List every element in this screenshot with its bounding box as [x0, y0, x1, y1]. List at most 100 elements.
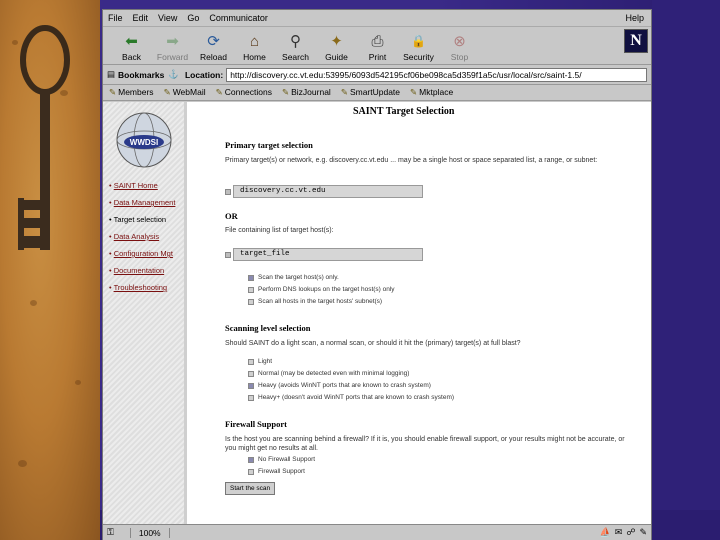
scanning-level-description: Should SAINT do a light scan, a normal s…	[225, 340, 521, 347]
print-button[interactable]: ⎙ Print	[357, 31, 398, 63]
stop-button[interactable]: ⊗ Stop	[439, 31, 480, 63]
bookmark-webmail[interactable]: ✎ WebMail	[164, 87, 206, 98]
slide-background-texture	[0, 0, 100, 540]
menu-help[interactable]: Help	[625, 13, 644, 23]
bookmark-icon: ✎	[410, 87, 418, 97]
forward-button[interactable]: ➡ Forward	[152, 31, 193, 63]
firewall-heading: Firewall Support	[225, 419, 287, 429]
bookmark-connections[interactable]: ✎ Connections	[216, 87, 272, 98]
primary-target-marker	[225, 189, 231, 195]
back-arrow-icon: ⬅	[125, 32, 138, 50]
forward-arrow-icon: ➡	[166, 32, 179, 50]
scope-option-subnet[interactable]: Scan all hosts in the target hosts' subn…	[248, 298, 382, 305]
slide-background-right	[652, 0, 720, 540]
nav-saint-home[interactable]: • SAINT Home	[109, 181, 158, 190]
guide-button[interactable]: ✦ Guide	[316, 31, 357, 63]
start-scan-button[interactable]: Start the scan	[225, 482, 276, 495]
status-bar: ⚿ 100% ⛵ ✉ ☍ ✎	[103, 524, 651, 540]
bookmark-icon: ✎	[215, 87, 223, 97]
location-bar: ▤ Bookmarks ⚓ Location: http://discovery…	[103, 65, 651, 85]
browser-window: File Edit View Go Communicator Help ⬅ Bac…	[102, 9, 652, 540]
security-button[interactable]: 🔒 Security	[398, 31, 439, 62]
page-content: WWDSI • SAINT Home • Data Management • T…	[103, 102, 651, 524]
file-target-description: File containing list of target host(s):	[225, 227, 334, 234]
bookmark-icon: ✎	[340, 87, 348, 97]
nav-target-selection[interactable]: • Target selection	[109, 215, 166, 224]
bookmark-mktplace[interactable]: ✎ Mktplace	[410, 87, 453, 98]
home-icon: ⌂	[249, 32, 260, 50]
menu-edit[interactable]: Edit	[133, 13, 149, 23]
bookmark-icon: ✎	[163, 87, 171, 97]
netscape-logo[interactable]: N	[624, 29, 648, 53]
location-label: Location:	[184, 69, 224, 80]
page-title: SAINT Target Selection	[353, 106, 455, 117]
nav-configuration-mgt[interactable]: • Configuration Mgt	[109, 249, 173, 258]
home-button[interactable]: ⌂ Home	[234, 31, 275, 63]
primary-target-heading: Primary target selection	[225, 140, 313, 150]
firewall-radio[interactable]	[248, 456, 254, 463]
saint-side-nav: WWDSI • SAINT Home • Data Management • T…	[103, 102, 187, 524]
guide-icon: ✦	[330, 32, 343, 50]
reload-button[interactable]: ⟳ Reload	[193, 31, 234, 63]
scan-level-radio[interactable]	[248, 358, 254, 365]
nav-troubleshooting[interactable]: • Troubleshooting	[109, 283, 167, 292]
menu-go[interactable]: Go	[187, 13, 199, 23]
scope-option-dns-lookup[interactable]: Perform DNS lookups on the target host(s…	[248, 286, 395, 293]
scan-level-heavy-plus[interactable]: Heavy+ (doesn't avoid WinNT ports that a…	[248, 394, 454, 401]
security-status-icon[interactable]: ⚿	[107, 527, 114, 538]
scope-radio[interactable]	[248, 274, 254, 281]
url-input[interactable]: http://discovery.cc.vt.edu:53995/6093d54…	[226, 67, 647, 82]
component-tray: ⛵ ✉ ☍ ✎	[596, 527, 647, 538]
bookmark-icon: ✎	[109, 87, 117, 97]
reload-icon: ⟳	[207, 32, 220, 50]
menu-view[interactable]: View	[158, 13, 177, 23]
bookmark-bizjournal[interactable]: ✎ BizJournal	[282, 87, 331, 98]
bookmark-icon: ✎	[282, 87, 290, 97]
nav-documentation[interactable]: • Documentation	[109, 266, 164, 275]
page-proxy-icon: ⚓	[168, 69, 179, 79]
file-target-marker	[225, 252, 231, 258]
scan-level-normal[interactable]: Normal (may be detected even with minima…	[248, 370, 409, 377]
discussion-tray-icon[interactable]: ☍	[626, 527, 635, 538]
menu-bar: File Edit View Go Communicator Help	[103, 10, 651, 27]
load-progress: 100%	[129, 527, 170, 538]
scope-radio[interactable]	[248, 298, 254, 305]
back-button[interactable]: ⬅ Back	[111, 31, 152, 63]
navigation-toolbar: ⬅ Back ➡ Forward ⟳ Reload ⌂ Home ⚲ Search ✦ Gu…	[103, 27, 651, 65]
scan-level-light[interactable]: Light	[248, 358, 272, 365]
print-icon: ⎙	[371, 32, 384, 50]
bookmark-members[interactable]: ✎ Members	[109, 87, 154, 98]
composer-tray-icon[interactable]: ✎	[639, 527, 647, 538]
primary-target-description: Primary target(s) or network, e.g. disco…	[225, 157, 598, 164]
search-button[interactable]: ⚲ Search	[275, 31, 316, 63]
navigator-tray-icon[interactable]: ⛵	[600, 527, 611, 538]
firewall-description: Is the host you are scanning behind a fi…	[225, 436, 625, 452]
search-icon: ⚲	[290, 32, 301, 50]
mail-tray-icon[interactable]: ✉	[615, 527, 623, 538]
scan-level-radio[interactable]	[248, 394, 254, 401]
stop-icon: ⊗	[453, 32, 466, 50]
or-label: OR	[225, 211, 238, 221]
scan-level-radio[interactable]	[248, 382, 254, 389]
nav-data-analysis[interactable]: • Data Analysis	[109, 232, 159, 241]
scope-option-target-only[interactable]: Scan the target host(s) only.	[248, 274, 339, 281]
scanning-level-heading: Scanning level selection	[225, 323, 311, 333]
scan-level-heavy[interactable]: Heavy (avoids WinNT ports that are known…	[248, 382, 431, 389]
nav-data-management[interactable]: • Data Management	[109, 198, 175, 207]
antique-key-image	[18, 25, 70, 250]
firewall-option-none[interactable]: No Firewall Support	[248, 456, 315, 463]
menu-communicator[interactable]: Communicator	[209, 13, 268, 23]
security-lock-icon: 🔒	[411, 34, 426, 48]
personal-toolbar: ✎ Members ✎ WebMail ✎ Connections ✎ BizJourn…	[103, 85, 651, 101]
firewall-radio[interactable]	[248, 468, 254, 475]
bookmarks-button[interactable]: Bookmarks	[118, 70, 164, 80]
scope-radio[interactable]	[248, 286, 254, 293]
bookmark-smartupdate[interactable]: ✎ SmartUpdate	[341, 87, 400, 98]
bookmarks-icon: ▤	[107, 69, 116, 79]
target-host-input[interactable]: discovery.cc.vt.edu	[233, 185, 423, 198]
firewall-option-support[interactable]: Firewall Support	[248, 468, 305, 475]
target-file-input[interactable]: target_file	[233, 248, 423, 261]
logo-text: WWDSI	[130, 138, 158, 147]
menu-file[interactable]: File	[108, 13, 123, 23]
scan-level-radio[interactable]	[248, 370, 254, 377]
